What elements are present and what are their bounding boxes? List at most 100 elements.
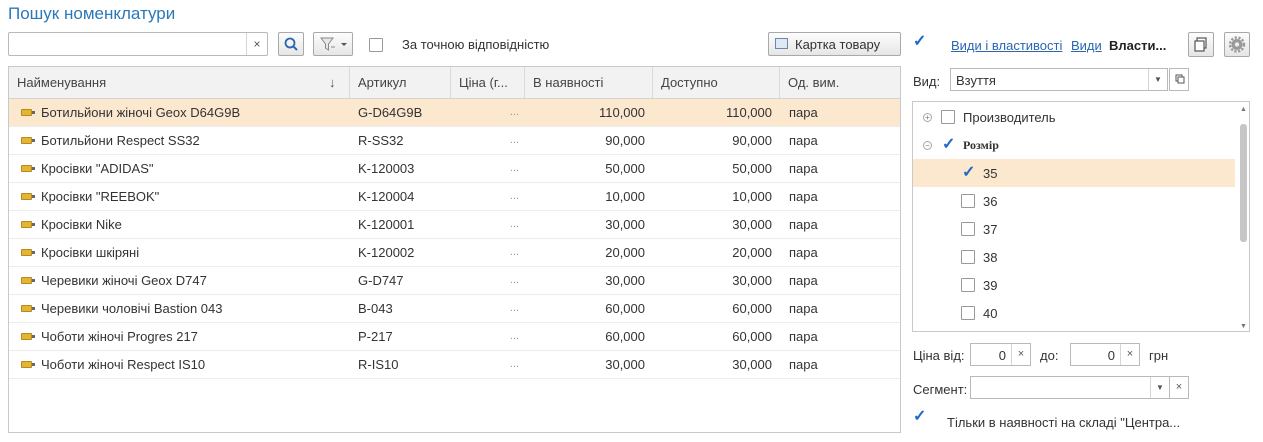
tree-item[interactable]: ✓ 35 xyxy=(913,159,1235,187)
cell-available: 30,000 xyxy=(732,357,772,372)
settings-button[interactable] xyxy=(1224,32,1250,57)
tree-item[interactable]: 39 xyxy=(913,271,1235,299)
expand-icon[interactable]: + xyxy=(923,113,932,122)
cell-article: K-120003 xyxy=(358,161,415,176)
tree-item-checkbox[interactable]: ✓ xyxy=(961,164,975,181)
tree-item-checkbox[interactable]: ✓ xyxy=(941,136,955,153)
find-button[interactable] xyxy=(278,32,304,56)
search-icon xyxy=(284,37,298,51)
tree-item[interactable]: + Производитель xyxy=(913,103,1235,131)
tree-item-checkbox[interactable] xyxy=(961,222,975,236)
cell-available: 20,000 xyxy=(732,245,772,260)
price-from-value: 0 xyxy=(998,348,1006,363)
scrollbar-thumb[interactable] xyxy=(1240,124,1247,242)
column-header-in-stock[interactable]: В наявності xyxy=(525,67,653,98)
tree-item-label: Розмір xyxy=(963,138,999,152)
tree-scrollbar[interactable]: ▲ ▼ xyxy=(1240,106,1247,330)
column-header-article[interactable]: Артикул xyxy=(350,67,451,98)
search-field[interactable]: × xyxy=(8,32,268,56)
cell-in-stock: 60,000 xyxy=(605,301,645,316)
price-from-field[interactable]: 0 × xyxy=(970,343,1031,366)
tab-kinds-and-properties[interactable]: Види і властивості xyxy=(951,38,1062,53)
cell-name: Кросівки шкіряні xyxy=(41,245,140,260)
cell-price: ... xyxy=(509,274,519,286)
cell-unit: пара xyxy=(789,217,818,232)
tree-item-checkbox[interactable] xyxy=(961,278,975,292)
filter-icon xyxy=(320,37,347,51)
cell-name: Ботильйони жіночі Geox D64G9B xyxy=(41,105,241,120)
gear-icon xyxy=(1228,36,1246,53)
cell-article: K-120004 xyxy=(358,189,415,204)
table-row[interactable]: Черевики жіночі Geox D747 G-D747... 30,000… xyxy=(9,267,900,295)
table-row[interactable]: Чоботи жіночі Respect IS10 R-IS10... 30,00… xyxy=(9,351,900,379)
checkmark-icon: ✓ xyxy=(913,408,927,425)
tree-item-checkbox[interactable] xyxy=(961,194,975,208)
clear-price-to-icon[interactable]: × xyxy=(1120,344,1139,365)
tab-kinds[interactable]: Види xyxy=(1071,38,1102,53)
cell-name: Кросівки Nike xyxy=(41,217,122,232)
cell-article: B-043 xyxy=(358,301,393,316)
price-to-field[interactable]: 0 × xyxy=(1070,343,1140,366)
table-row[interactable]: Ботильйони жіночі Geox D64G9B G-D64G9B...… xyxy=(9,99,900,127)
search-input[interactable] xyxy=(9,33,241,55)
cell-in-stock: 10,000 xyxy=(605,189,645,204)
tree-item[interactable]: − ✓ Розмір xyxy=(913,131,1235,159)
clear-search-icon[interactable]: × xyxy=(246,33,267,55)
card-icon xyxy=(775,38,788,49)
exact-match-checkbox[interactable] xyxy=(369,38,383,52)
copy-button[interactable] xyxy=(1188,32,1214,57)
cell-price: ... xyxy=(509,190,519,202)
column-header-price[interactable]: Ціна (г... xyxy=(451,67,525,98)
tree-item[interactable]: 37 xyxy=(913,215,1235,243)
table-row[interactable]: Кросівки Nike K-120001... 30,000 30,000 пара xyxy=(9,211,900,239)
cell-unit: пара xyxy=(789,357,818,372)
clear-price-from-icon[interactable]: × xyxy=(1011,344,1030,365)
cell-price: ... xyxy=(509,134,519,146)
table-row[interactable]: Черевики чоловічі Bastion 043 B-043... 60,… xyxy=(9,295,900,323)
product-card-label: Картка товару xyxy=(795,37,881,52)
cell-available: 30,000 xyxy=(732,273,772,288)
kind-label: Вид: xyxy=(913,74,941,89)
cell-available: 50,000 xyxy=(732,161,772,176)
currency-label: грн xyxy=(1149,348,1169,363)
product-card-button[interactable]: Картка товару xyxy=(768,32,901,56)
table-row[interactable]: Кросівки шкіряні K-120002... 20,000 20,000 п… xyxy=(9,239,900,267)
properties-panel-checkbox[interactable]: ✓ xyxy=(913,33,929,52)
scroll-down-icon[interactable]: ▼ xyxy=(1240,323,1247,330)
chevron-down-icon[interactable]: ▼ xyxy=(1148,69,1167,90)
open-kind-button[interactable] xyxy=(1169,68,1189,91)
tree-item-checkbox[interactable] xyxy=(961,306,975,320)
clear-segment-button[interactable]: × xyxy=(1169,376,1189,399)
cell-in-stock: 30,000 xyxy=(605,273,645,288)
column-header-unit[interactable]: Од. вим. xyxy=(780,67,900,98)
table-row[interactable]: Кросівки "ADIDAS" K-120003... 50,000 50,000… xyxy=(9,155,900,183)
chevron-down-icon[interactable]: ▼ xyxy=(1150,377,1169,398)
tree-item[interactable]: 38 xyxy=(913,243,1235,271)
sort-descending-icon: ↓ xyxy=(329,75,336,90)
cell-unit: пара xyxy=(789,105,818,120)
segment-select[interactable]: ▼ xyxy=(970,376,1170,399)
table-row[interactable]: Чоботи жіночі Progres 217 P-217... 60,000 6… xyxy=(9,323,900,351)
tree-item-checkbox[interactable] xyxy=(941,110,955,124)
collapse-icon[interactable]: − xyxy=(923,141,932,150)
tab-properties[interactable]: Власти... xyxy=(1109,38,1166,53)
price-from-label: Ціна від: xyxy=(913,348,965,363)
cell-in-stock: 50,000 xyxy=(605,161,645,176)
cell-name: Кросівки "REEBOK" xyxy=(41,189,160,204)
filter-button[interactable] xyxy=(313,32,353,56)
table-row[interactable]: Ботильйони Respect SS32 R-SS32... 90,000 90… xyxy=(9,127,900,155)
cell-available: 60,000 xyxy=(732,329,772,344)
kind-select-value: Взуття xyxy=(956,73,996,88)
tree-item[interactable]: 36 xyxy=(913,187,1235,215)
scroll-up-icon[interactable]: ▲ xyxy=(1240,106,1247,113)
tree-item-checkbox[interactable] xyxy=(961,250,975,264)
column-header-available[interactable]: Доступно xyxy=(653,67,780,98)
in-stock-only-checkbox[interactable]: ✓ xyxy=(913,408,929,427)
column-header-name[interactable]: Найменування xyxy=(9,67,350,98)
copy-icon xyxy=(1194,37,1207,52)
cell-article: R-IS10 xyxy=(358,357,399,372)
kind-select[interactable]: Взуття ▼ xyxy=(950,68,1168,91)
cell-available: 30,000 xyxy=(732,217,772,232)
tree-item[interactable]: 40 xyxy=(913,299,1235,327)
table-row[interactable]: Кросівки "REEBOK" K-120004... 10,000 10,000… xyxy=(9,183,900,211)
